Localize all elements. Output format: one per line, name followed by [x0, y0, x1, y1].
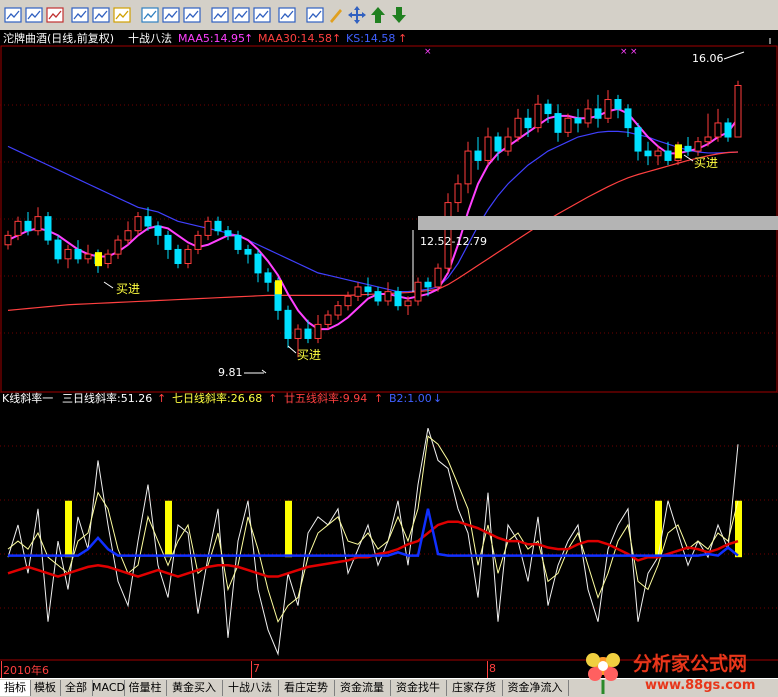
candle: [44, 211, 52, 245]
svg-text:↑: ↑: [268, 392, 277, 405]
date-label-july: 7: [253, 662, 260, 675]
svg-text:↑: ↑: [244, 32, 253, 45]
rsi-icon[interactable]: [231, 5, 251, 25]
tab-1[interactable]: 模板: [30, 680, 61, 696]
date-label-june: 2010年6: [3, 664, 49, 677]
candle-icon[interactable]: [91, 5, 111, 25]
main-header: 沱牌曲酒(日线,前复权) 十战八法 MAA5:14.95 ↑ MAA30:14.…: [3, 31, 407, 45]
table-icon[interactable]: [24, 5, 44, 25]
high-price-label: 16.06: [692, 52, 724, 65]
range-label: 12.52-12.79: [420, 235, 487, 248]
slope-flag: [165, 500, 172, 558]
b2-label: B2:1.00: [389, 392, 432, 405]
buy-flag: [95, 252, 102, 267]
tab-7[interactable]: 看庄定势: [278, 680, 335, 696]
svg-text:↑: ↑: [374, 392, 383, 405]
candle: [414, 277, 422, 306]
ks-label: KS:14.58: [346, 32, 395, 45]
buy-flag: [675, 144, 682, 159]
watermark-logo: 分析家公式网 www.88gs.com: [586, 652, 755, 694]
slope25-label: 廿五线斜率:9.94: [284, 392, 367, 405]
slope-flag: [655, 500, 662, 558]
draw-icon[interactable]: [305, 5, 325, 25]
bar-chart-icon[interactable]: [70, 5, 90, 25]
indicator-name: K线斜率一: [2, 392, 53, 405]
svg-text:买进: 买进: [694, 156, 718, 170]
tab-6[interactable]: 十战八法: [222, 680, 279, 696]
slope-flag: [285, 500, 292, 558]
move-icon[interactable]: [347, 5, 367, 25]
date-label-aug: 8: [489, 662, 496, 675]
svg-text:↑: ↑: [157, 392, 166, 405]
dollar-icon[interactable]: [112, 5, 132, 25]
svg-text:↑: ↑: [398, 32, 407, 45]
main-chart-bg: [0, 30, 778, 392]
range-band: [418, 216, 778, 230]
watermark-title: 分析家公式网: [633, 652, 747, 675]
line-chart-icon[interactable]: [45, 5, 65, 25]
tab-0[interactable]: 指标: [0, 680, 31, 696]
tab-9[interactable]: 资金找牛: [390, 680, 447, 696]
split-icon[interactable]: [182, 5, 202, 25]
main-price-chart[interactable]: 12.52-12.79 16.06 9.81 买进 买进 买进 × × × 沱牌曲酒…: [0, 30, 778, 392]
people-icon[interactable]: [140, 5, 160, 25]
slope-flag: [65, 500, 72, 558]
toolbar: [0, 0, 778, 31]
method-label: 十战八法: [128, 31, 172, 45]
tab-3[interactable]: MACD: [92, 680, 125, 696]
svg-text:↑: ↑: [332, 32, 341, 45]
candle: [444, 193, 452, 273]
slope3-label: 三日线斜率:51.26: [62, 392, 152, 405]
grid-icon[interactable]: [3, 5, 23, 25]
tab-8[interactable]: 资金流量: [334, 680, 391, 696]
svg-text:买进: 买进: [297, 348, 321, 362]
svg-text:×: ×: [630, 47, 638, 57]
buy-flag: [275, 280, 282, 295]
watermark-url: www.88gs.com: [645, 678, 755, 693]
indicator-icon[interactable]: [252, 5, 272, 25]
arrow-down-icon[interactable]: [389, 5, 409, 25]
eye-icon[interactable]: [210, 5, 230, 25]
flower-logo-icon: [586, 653, 620, 694]
svg-text:↓: ↓: [433, 392, 442, 405]
pen-icon[interactable]: [326, 5, 346, 25]
maa5-label: MAA5:14.95: [178, 32, 245, 45]
arrow-up-icon[interactable]: [368, 5, 388, 25]
tab-5[interactable]: 黄金买入: [166, 680, 223, 696]
tab-2[interactable]: 全部: [60, 680, 93, 696]
low-price-label: 9.81: [218, 366, 243, 379]
slope7-label: 七日线斜率:26.68: [172, 392, 262, 405]
svg-text:×: ×: [424, 47, 432, 57]
candle: [434, 263, 442, 292]
maa30-label: MAA30:14.58: [258, 32, 332, 45]
candle: [734, 80, 742, 138]
function-icon[interactable]: [161, 5, 181, 25]
slope-indicator-chart[interactable]: K线斜率一 三日线斜率:51.26 ↑ 七日线斜率:26.68 ↑ 廿五线斜率:…: [0, 392, 778, 666]
stock-title: 沱牌曲酒(日线,前复权): [3, 31, 114, 45]
tab-4[interactable]: 倍量柱: [124, 680, 167, 696]
candle: [54, 235, 62, 264]
svg-text:买进: 买进: [116, 282, 140, 296]
svg-text:×: ×: [620, 47, 628, 57]
sub-header: K线斜率一 三日线斜率:51.26 ↑ 七日线斜率:26.68 ↑ 廿五线斜率:…: [2, 392, 442, 405]
tab-10[interactable]: 庄家存货: [446, 680, 503, 696]
tab-11[interactable]: 资金净流入: [502, 680, 569, 696]
zoom-icon[interactable]: [277, 5, 297, 25]
